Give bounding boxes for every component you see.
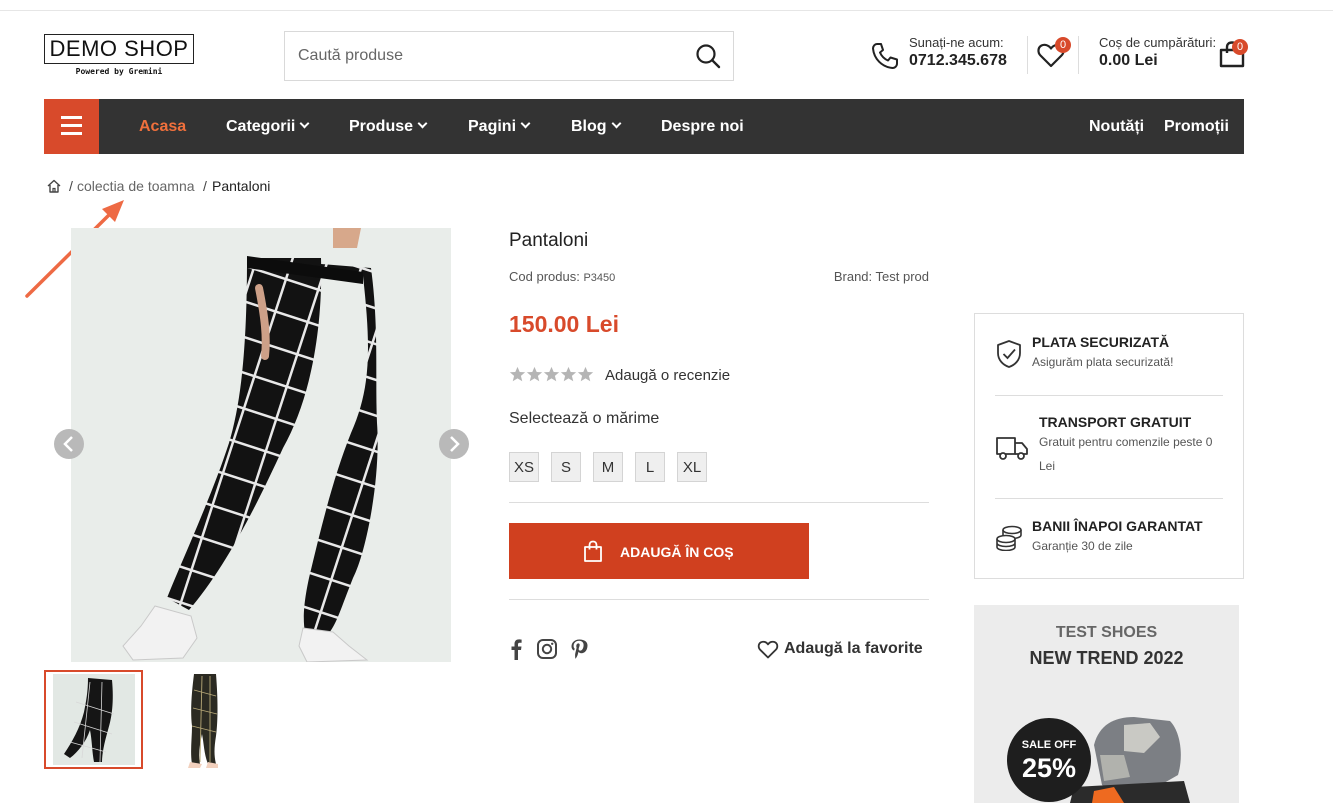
size-select-label: Selectează o mărime — [509, 410, 660, 427]
wishlist-count-badge: 0 — [1055, 37, 1071, 53]
benefit-description: Asigurăm plata securizată! — [1032, 355, 1174, 369]
chevron-down-icon — [611, 118, 621, 129]
cart-count-badge: 0 — [1232, 39, 1248, 55]
size-option-m[interactable]: M — [593, 452, 623, 482]
size-option-xs[interactable]: XS — [509, 452, 539, 482]
divider — [509, 502, 929, 503]
promo-banner[interactable]: TEST SHOES NEW TREND 2022 SALE OFF 25% — [974, 605, 1239, 803]
nav-item-blog[interactable]: Blog — [571, 99, 621, 154]
nav-item-promotii[interactable]: Promoții — [1164, 99, 1229, 154]
nav-item-label: Categorii — [226, 118, 296, 135]
instagram-icon[interactable] — [536, 638, 558, 660]
product-thumbnail[interactable] — [146, 670, 245, 769]
phone-icon — [872, 43, 898, 69]
product-photo-pants — [71, 228, 451, 662]
star-icon — [526, 366, 543, 382]
chevron-down-icon — [417, 118, 428, 129]
phone-number[interactable]: 0712.345.678 — [909, 52, 1007, 70]
benefit-description: Garanție 30 de zile — [1032, 539, 1133, 553]
product-code-label: Cod produs: — [509, 269, 580, 284]
product-price: 150.00 Lei — [509, 311, 619, 337]
divider — [509, 599, 929, 600]
add-to-favorites-label: Adaugă la favorite — [784, 640, 923, 657]
truck-icon — [996, 437, 1028, 460]
star-icon — [509, 366, 526, 382]
search-input[interactable] — [285, 32, 665, 80]
size-option-l[interactable]: L — [635, 452, 665, 482]
benefit-title: TRANSPORT GRATUIT — [1039, 414, 1192, 430]
thumbnail-image — [53, 674, 135, 765]
benefits-box: PLATA SECURIZATĂ Asigurăm plata securiza… — [974, 313, 1244, 579]
benefit-title: PLATA SECURIZATĂ — [1032, 334, 1170, 350]
header-divider — [1027, 36, 1028, 74]
top-divider — [0, 10, 1333, 11]
nav-item-pagini[interactable]: Pagini — [468, 99, 531, 154]
nav-item-label: Pagini — [468, 118, 517, 135]
add-review-link[interactable]: Adaugă o recenzie — [605, 367, 730, 384]
product-code: Cod produs: P3450 — [509, 269, 615, 284]
divider — [995, 395, 1223, 396]
cart-label: Coș de cumpărături: — [1099, 35, 1217, 50]
add-to-cart-label: ADAUGĂ ÎN COȘ — [620, 544, 734, 560]
rating-stars — [509, 366, 594, 384]
search-box — [284, 31, 734, 81]
breadcrumb-separator: / — [203, 178, 207, 194]
shopping-bag-icon — [584, 540, 602, 562]
product-brand[interactable]: Brand: Test prod — [834, 269, 929, 284]
slider-prev-button[interactable] — [54, 429, 84, 459]
nav-item-produse[interactable]: Produse — [349, 99, 428, 154]
nav-item-acasa[interactable]: Acasa — [139, 99, 186, 154]
coins-icon — [996, 525, 1022, 551]
cart-total[interactable]: 0.00 Lei — [1099, 52, 1158, 70]
slider-next-button[interactable] — [439, 429, 469, 459]
chevron-left-icon — [63, 436, 73, 452]
chevron-down-icon — [520, 118, 531, 129]
size-option-xl[interactable]: XL — [677, 452, 707, 482]
facebook-icon[interactable] — [505, 638, 527, 660]
product-title: Pantaloni — [509, 230, 589, 251]
add-to-cart-button[interactable]: ADAUGĂ ÎN COȘ — [509, 523, 809, 579]
size-option-s[interactable]: S — [551, 452, 581, 482]
shield-check-icon — [997, 340, 1021, 368]
star-icon — [543, 366, 560, 382]
nav-item-noutati[interactable]: Noutăți — [1089, 99, 1144, 154]
benefit-description: Gratuit pentru comenzile peste 0 Lei — [1039, 435, 1213, 473]
product-main-image[interactable] — [71, 228, 451, 662]
nav-item-label: Produse — [349, 118, 414, 135]
main-navigation: Acasa Categorii Produse Pagini Blog Desp… — [44, 99, 1244, 154]
nav-item-label: Blog — [571, 118, 607, 135]
chevron-down-icon — [299, 118, 310, 129]
thumbnail-image — [146, 670, 245, 769]
search-icon[interactable] — [695, 43, 721, 69]
sale-label: SALE OFF — [1021, 739, 1077, 751]
star-icon — [560, 366, 577, 382]
product-code-value: P3450 — [583, 272, 616, 284]
benefit-item: PLATA SECURIZATĂ Asigurăm plata securiza… — [995, 334, 1223, 394]
nav-item-despre-noi[interactable]: Despre noi — [661, 99, 744, 154]
chevron-right-icon — [450, 436, 460, 452]
divider — [995, 498, 1223, 499]
benefit-title: BANII ÎNAPOI GARANTAT — [1032, 518, 1203, 534]
breadcrumb-current: Pantaloni — [212, 178, 271, 194]
sale-badge: SALE OFF 25% — [1007, 718, 1091, 802]
benefit-item: BANII ÎNAPOI GARANTAT Garanție 30 de zil… — [995, 518, 1223, 568]
benefit-item: TRANSPORT GRATUIT Gratuit pentru comenzi… — [995, 414, 1223, 484]
product-thumbnail[interactable] — [44, 670, 143, 769]
phone-label: Sunați-ne acum: — [909, 35, 1004, 50]
sale-value: 25% — [1021, 753, 1077, 783]
pinterest-icon[interactable] — [568, 638, 590, 660]
nav-item-categorii[interactable]: Categorii — [226, 99, 310, 154]
heart-icon — [757, 640, 779, 659]
star-icon — [577, 366, 594, 382]
header-divider — [1078, 36, 1079, 74]
